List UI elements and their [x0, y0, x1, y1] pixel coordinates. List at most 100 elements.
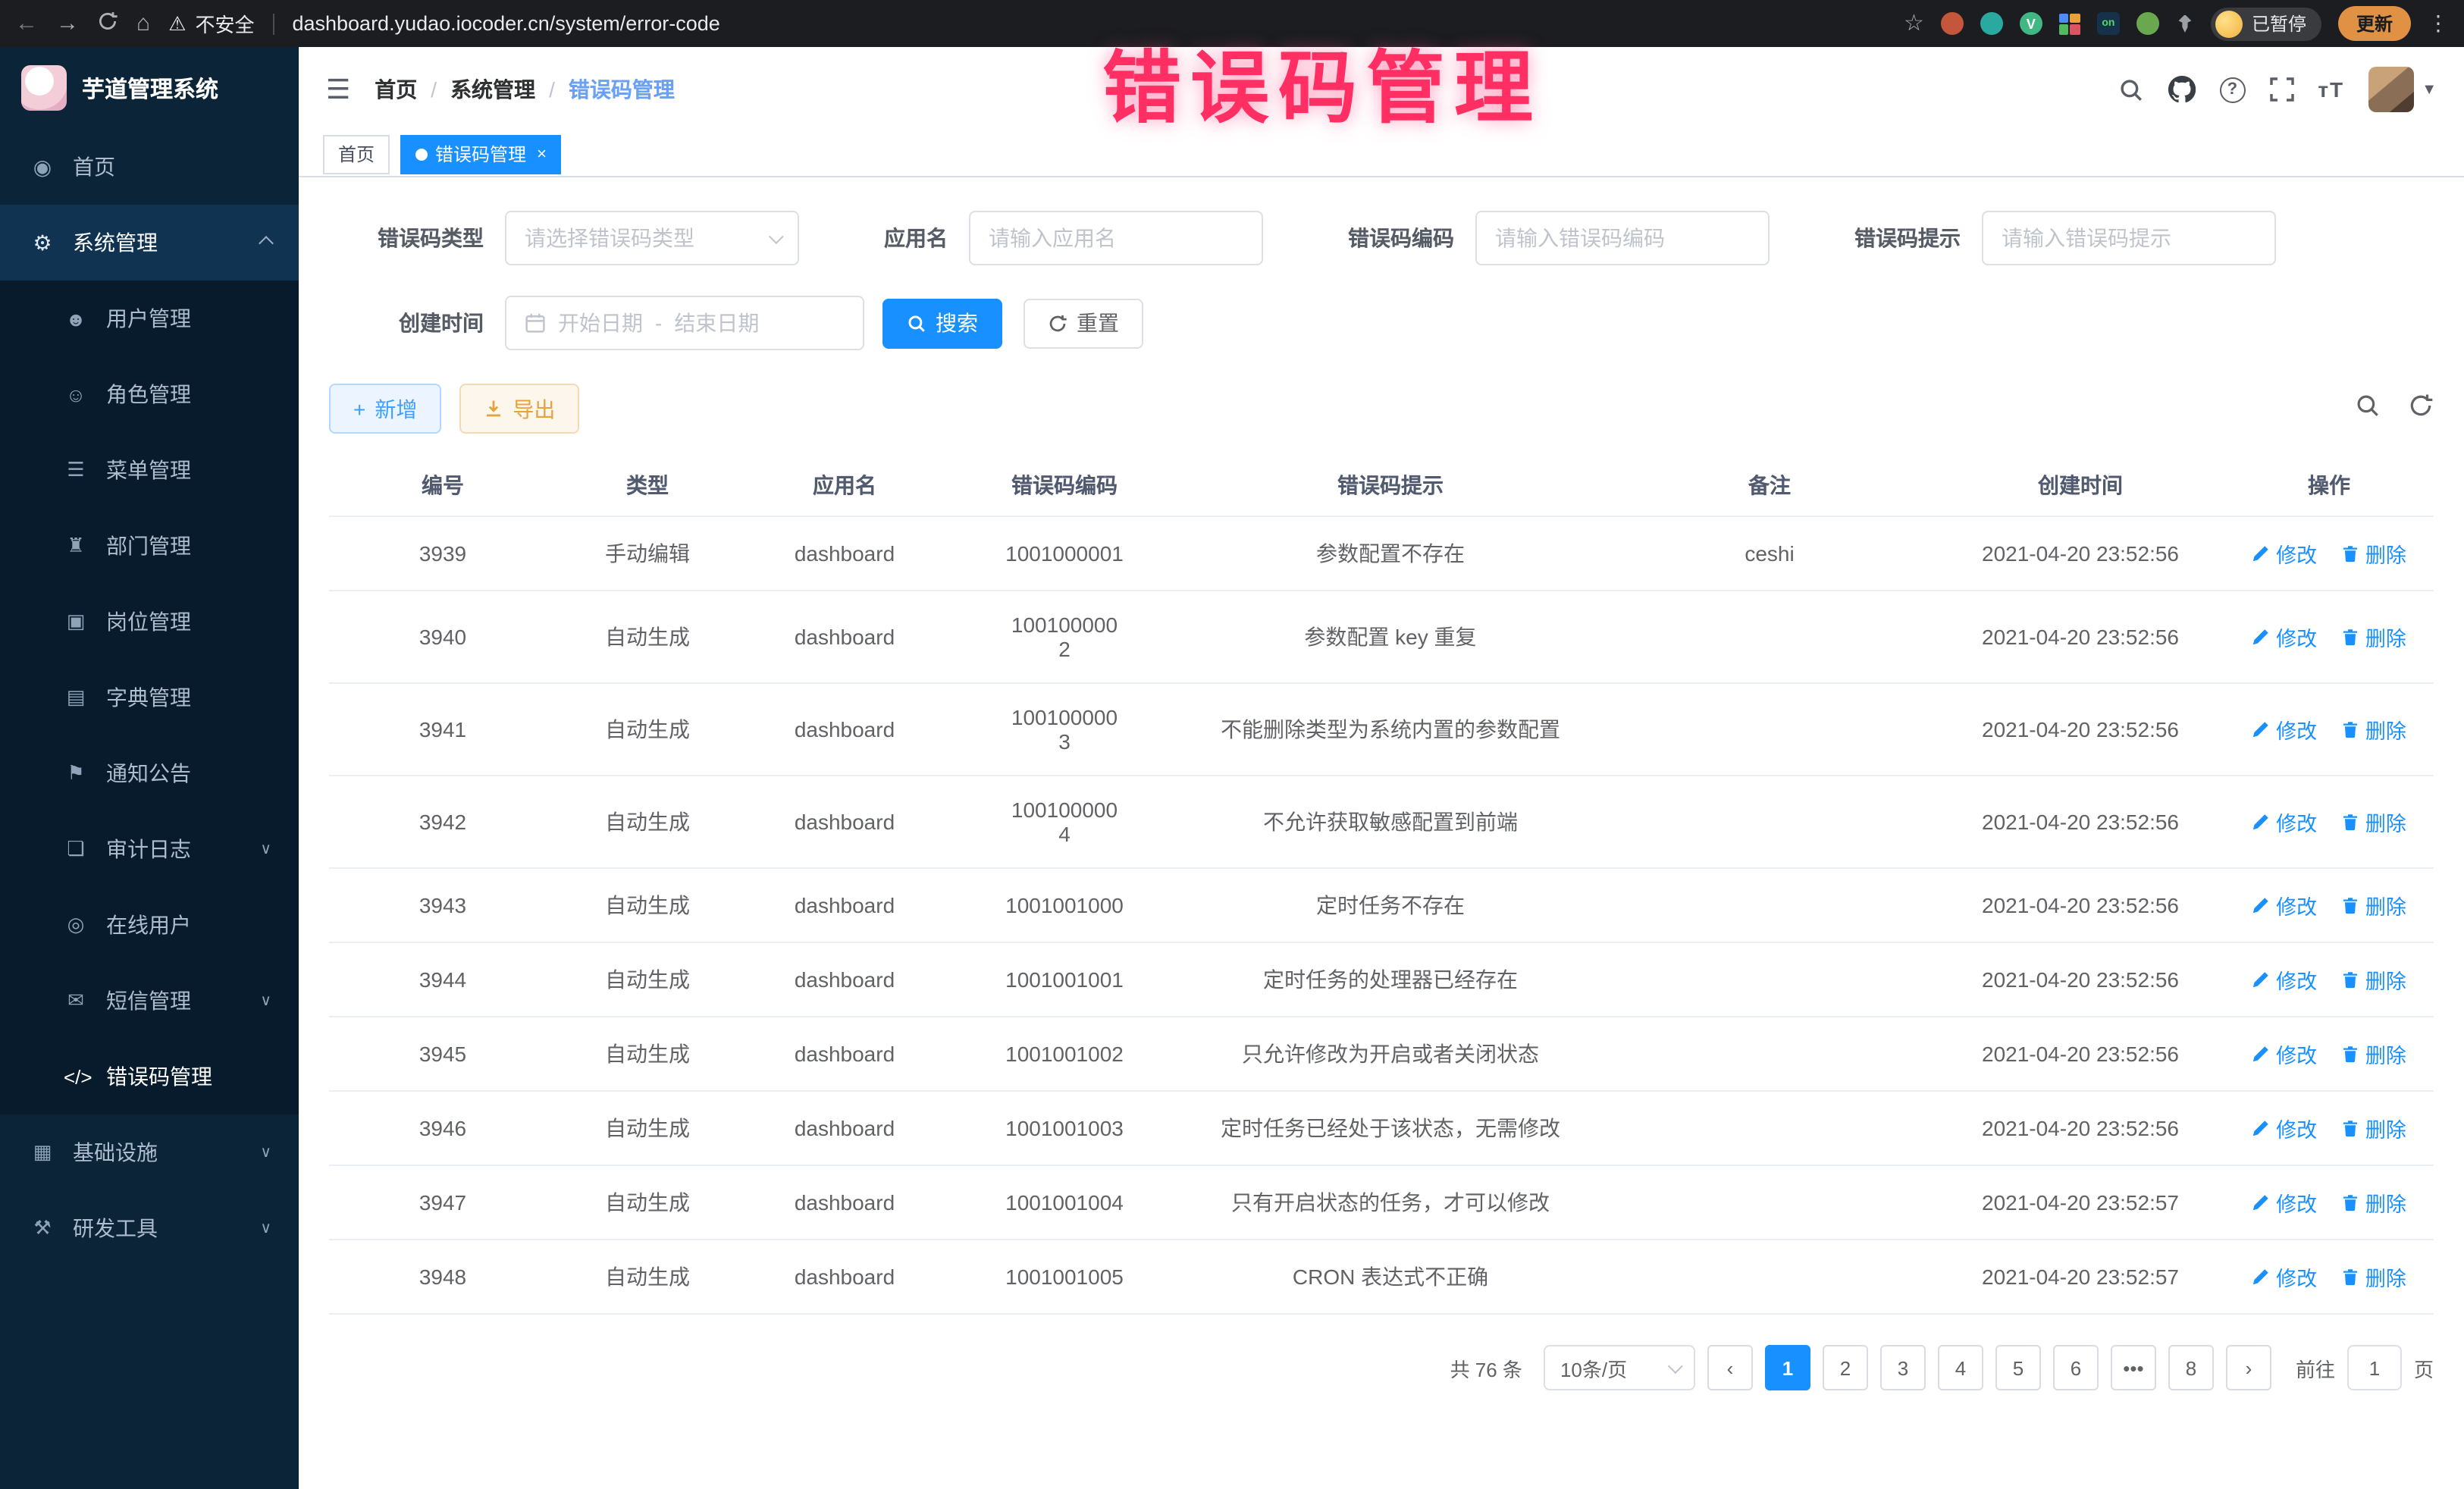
extension-icon[interactable]	[2059, 13, 2080, 34]
date-range-picker[interactable]: 开始日期 - 结束日期	[505, 296, 864, 350]
trash-icon	[2341, 896, 2359, 914]
sidebar-subitem[interactable]: ⚑ 通知公告	[0, 735, 299, 811]
error-hint-input[interactable]	[2002, 226, 2256, 250]
delete-link[interactable]: 删除	[2341, 890, 2406, 920]
breadcrumb-section[interactable]: 系统管理	[450, 74, 535, 105]
browser-menu-icon[interactable]: ⋮	[2428, 11, 2449, 36]
edit-link[interactable]: 修改	[2252, 1187, 2317, 1218]
app-logo[interactable]: 芋道管理系统	[0, 47, 299, 129]
delete-link[interactable]: 删除	[2341, 622, 2406, 652]
browser-home-icon[interactable]: ⌂	[136, 12, 150, 35]
goto-page-input[interactable]	[2347, 1345, 2402, 1390]
prev-page-button[interactable]: ‹	[1707, 1345, 1753, 1390]
sidebar-subitem[interactable]: ✉ 短信管理 ∨	[0, 963, 299, 1039]
reset-button[interactable]: 重置	[1024, 298, 1143, 348]
extension-icon[interactable]	[1941, 12, 1964, 35]
sidebar-subitem[interactable]: ♜ 部门管理	[0, 508, 299, 584]
sidebar-subitem[interactable]: </> 错误码管理	[0, 1039, 299, 1114]
close-icon[interactable]: ×	[537, 145, 547, 163]
hamburger-icon[interactable]: ☰	[326, 74, 350, 105]
page-button[interactable]: 4	[1938, 1345, 1983, 1390]
edit-link[interactable]: 修改	[2252, 964, 2317, 995]
page-size-select[interactable]: 10条/页	[1544, 1345, 1695, 1390]
table-body: 3939 手动编辑 dashboard 1001000001 参数配置不存在 c…	[329, 516, 2434, 1314]
show-search-icon[interactable]	[2355, 392, 2381, 425]
menu-item-icon: ▤	[64, 685, 88, 710]
page-button[interactable]: •••	[2111, 1345, 2156, 1390]
user-menu[interactable]: ▼	[2368, 67, 2437, 112]
address-url[interactable]: dashboard.yudao.iocoder.cn/system/error-…	[292, 12, 719, 35]
help-icon[interactable]: ?	[2219, 77, 2245, 102]
export-button[interactable]: 导出	[459, 384, 579, 434]
tab-home[interactable]: 首页	[323, 134, 390, 174]
search-icon[interactable]	[2118, 77, 2143, 102]
app-name-input[interactable]	[989, 226, 1243, 250]
cell-message: 不能删除类型为系统内置的参数配置	[1178, 683, 1603, 776]
browser-reload-icon[interactable]	[97, 11, 118, 36]
table-row: 3946 自动生成 dashboard 1001001003 定时任务已经处于该…	[329, 1091, 2434, 1165]
font-size-icon[interactable]: тТ	[2318, 77, 2344, 102]
delete-link[interactable]: 删除	[2341, 1262, 2406, 1292]
page-button[interactable]: 8	[2168, 1345, 2214, 1390]
browser-update-button[interactable]: 更新	[2338, 6, 2411, 41]
edit-link[interactable]: 修改	[2252, 538, 2317, 569]
page-button[interactable]: 1	[1765, 1345, 1810, 1390]
extension-icon[interactable]: V	[2020, 12, 2042, 35]
delete-link[interactable]: 删除	[2341, 807, 2406, 837]
sidebar-subitem[interactable]: ◎ 在线用户	[0, 887, 299, 963]
delete-link[interactable]: 删除	[2341, 1113, 2406, 1143]
sidebar-subitem[interactable]: ▣ 岗位管理	[0, 584, 299, 660]
page-button[interactable]: 6	[2053, 1345, 2099, 1390]
sidebar-subitem[interactable]: ▤ 字典管理	[0, 660, 299, 735]
chevron-up-icon	[259, 235, 274, 250]
browser-back-icon[interactable]: ←	[15, 12, 38, 35]
bookmark-star-icon[interactable]: ☆	[1904, 12, 1924, 35]
refresh-table-icon[interactable]	[2408, 392, 2434, 425]
fullscreen-icon[interactable]	[2269, 77, 2293, 102]
pinned-extension-icon[interactable]	[2176, 14, 2194, 33]
profile-paused-badge[interactable]: 已暂停	[2211, 7, 2321, 40]
page-button[interactable]: 5	[1995, 1345, 2041, 1390]
edit-link[interactable]: 修改	[2252, 714, 2317, 744]
search-button[interactable]: 搜索	[882, 298, 1002, 348]
edit-link[interactable]: 修改	[2252, 622, 2317, 652]
cell-time: 2021-04-20 23:52:56	[1936, 1017, 2224, 1091]
browser-forward-icon[interactable]: →	[56, 12, 79, 35]
security-chip[interactable]: ⚠ 不安全	[168, 9, 254, 38]
delete-link[interactable]: 删除	[2341, 1187, 2406, 1218]
sidebar-item[interactable]: ▦ 基础设施 ∨	[0, 1114, 299, 1190]
extension-icon[interactable]	[2136, 12, 2159, 35]
sidebar-item[interactable]: ⚒ 研发工具 ∨	[0, 1190, 299, 1266]
sidebar-subitem[interactable]: ❏ 审计日志 ∨	[0, 811, 299, 887]
edit-link[interactable]: 修改	[2252, 807, 2317, 837]
sidebar-subitem[interactable]: ☻ 用户管理	[0, 281, 299, 356]
extension-icon[interactable]: on	[2097, 12, 2120, 35]
tab-error-code[interactable]: 错误码管理 ×	[400, 134, 562, 174]
delete-link[interactable]: 删除	[2341, 1039, 2406, 1069]
edit-link[interactable]: 修改	[2252, 1262, 2317, 1292]
edit-link[interactable]: 修改	[2252, 1039, 2317, 1069]
sidebar-item-system[interactable]: ⚙ 系统管理	[0, 205, 299, 281]
error-type-select[interactable]: 请选择错误码类型	[505, 211, 799, 265]
github-icon[interactable]	[2168, 76, 2195, 103]
page-button[interactable]: 2	[1823, 1345, 1868, 1390]
add-button[interactable]: + 新增	[329, 384, 441, 434]
page-button[interactable]: 3	[1880, 1345, 1926, 1390]
sidebar-subitem[interactable]: ☺ 角色管理	[0, 356, 299, 432]
next-page-button[interactable]: ›	[2226, 1345, 2271, 1390]
sidebar-item-home[interactable]: ◉ 首页	[0, 129, 299, 205]
trash-icon	[2341, 1268, 2359, 1286]
edit-link[interactable]: 修改	[2252, 1113, 2317, 1143]
cell-message: 定时任务不存在	[1178, 868, 1603, 942]
extension-icon[interactable]	[1980, 12, 2003, 35]
chevron-down-icon	[769, 228, 784, 243]
delete-link[interactable]: 删除	[2341, 538, 2406, 569]
edit-link[interactable]: 修改	[2252, 890, 2317, 920]
error-code-input[interactable]	[1495, 226, 1750, 250]
delete-link[interactable]: 删除	[2341, 964, 2406, 995]
sidebar-subitem[interactable]: ☰ 菜单管理	[0, 432, 299, 508]
delete-link[interactable]: 删除	[2341, 714, 2406, 744]
col-time: 创建时间	[1936, 455, 2224, 516]
breadcrumb-home[interactable]: 首页	[375, 74, 417, 105]
filter-type-label: 错误码类型	[353, 223, 484, 253]
